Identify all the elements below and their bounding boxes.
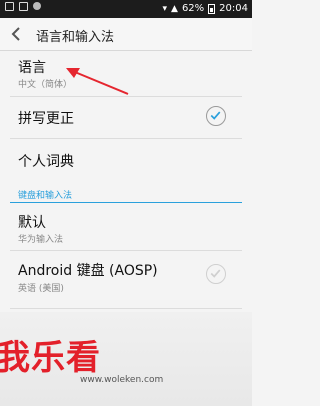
check-icon[interactable] <box>206 106 226 126</box>
aosp-subtitle: 英语 (美国) <box>18 284 64 294</box>
default-subtitle: 华为输入法 <box>18 235 64 245</box>
annotation-arrow-icon <box>66 68 129 95</box>
battery-percent: 62% <box>181 3 205 14</box>
aosp-keyboard-item[interactable]: Android 键盘 (AOSP) 英语 (美国) <box>0 251 252 299</box>
watermark-url: www.woleken.com <box>80 375 164 385</box>
section-divider <box>10 202 242 203</box>
divider <box>10 308 242 309</box>
page-title: 语言和输入法 <box>36 30 115 45</box>
status-bar: ▾ ▲ 62% 20:04 <box>0 0 252 18</box>
default-title: 默认 <box>18 215 46 231</box>
language-title: 语言 <box>18 60 46 76</box>
clock: 20:04 <box>219 3 248 14</box>
watermark-brand: 我乐看 <box>0 338 101 378</box>
notification-icon <box>5 2 14 11</box>
aosp-title: Android 键盘 (AOSP) <box>18 263 158 279</box>
default-input-item[interactable]: 默认 华为输入法 <box>0 204 252 248</box>
personal-dictionary-item[interactable]: 个人词典 <box>0 139 252 181</box>
chevron-left-icon[interactable] <box>6 24 26 44</box>
spellcheck-title: 拼写更正 <box>18 111 74 127</box>
sync-icon <box>33 2 41 10</box>
notification-icon <box>19 2 28 11</box>
battery-icon <box>208 3 216 14</box>
spellcheck-setting-item[interactable]: 拼写更正 <box>0 97 252 137</box>
section-header: 键盘和输入法 <box>18 191 73 201</box>
dictionary-title: 个人词典 <box>18 154 74 170</box>
action-bar: 语言和输入法 <box>0 18 252 51</box>
wifi-icon: ▾ <box>162 3 168 14</box>
signal-icon: ▲ <box>171 3 178 14</box>
check-icon[interactable] <box>206 264 226 284</box>
